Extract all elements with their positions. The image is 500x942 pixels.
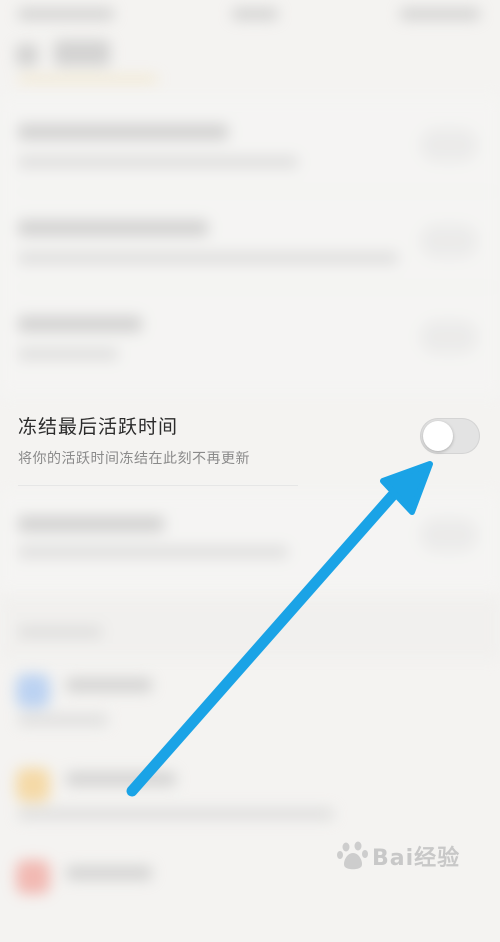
watermark-text: Bai经验 (372, 846, 461, 871)
baidu-paw-icon (337, 841, 368, 870)
pointer-arrow-icon (126, 461, 433, 797)
baidu-watermark: Bai经验 (336, 834, 486, 876)
